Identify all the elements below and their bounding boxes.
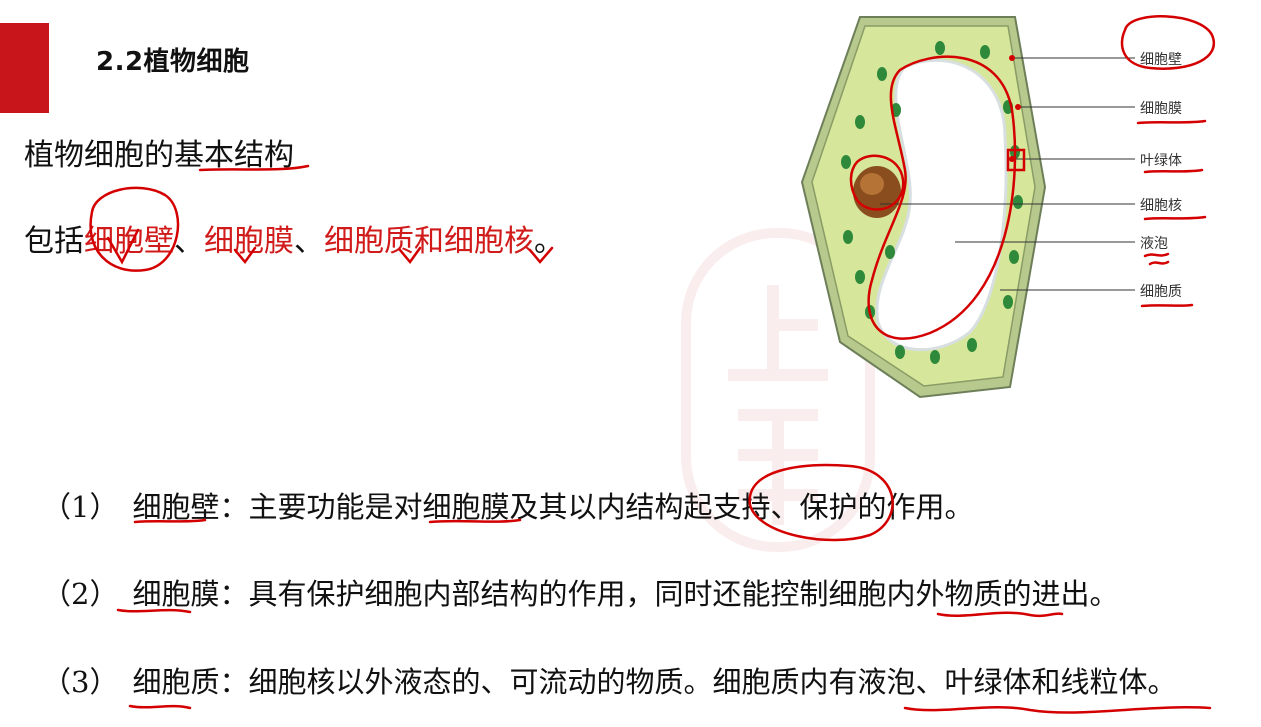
includes-prefix: 包括 bbox=[24, 224, 84, 259]
point-term: 细胞质 bbox=[132, 665, 220, 699]
section-subtitle: 植物细胞的基本结构 bbox=[24, 138, 294, 173]
plant-cell-diagram: 细胞壁 细胞膜 叶绿体 细胞核 液泡 细胞质 bbox=[800, 12, 1230, 412]
label-cytoplasm: 细胞质 bbox=[1140, 284, 1182, 300]
part-cytoplasm: 细胞质 bbox=[324, 224, 414, 259]
label-cell-membrane: 细胞膜 bbox=[1140, 101, 1182, 117]
point-term: 细胞壁 bbox=[132, 490, 220, 524]
point-2: （2） 细胞膜：具有保护细胞内部结构的作用，同时还能控制细胞内外物质的进出。 bbox=[42, 571, 1118, 613]
point-number: （1） bbox=[42, 490, 119, 524]
includes-line: 包括细胞壁、细胞膜、细胞质和细胞核。 bbox=[24, 216, 564, 260]
point-3: （3） 细胞质：细胞核以外液态的、可流动的物质。细胞质内有液泡、叶绿体和线粒体。 bbox=[42, 659, 1176, 701]
label-chloroplast: 叶绿体 bbox=[1140, 153, 1182, 169]
part-cell-wall: 细胞壁 bbox=[84, 224, 174, 259]
point-text: ：细胞核以外液态的、可流动的物质。细胞质内有液泡、叶绿体和线粒体。 bbox=[219, 665, 1177, 699]
point-term: 细胞膜 bbox=[132, 577, 220, 611]
part-nucleus: 细胞核 bbox=[444, 224, 534, 259]
point-1: （1） 细胞壁：主要功能是对细胞膜及其以内结构起支持、保护的作用。 bbox=[42, 484, 973, 526]
separator: 、 bbox=[294, 224, 324, 259]
separator: 、 bbox=[174, 224, 204, 259]
label-cell-wall: 细胞壁 bbox=[1140, 52, 1182, 68]
part-cell-membrane: 细胞膜 bbox=[204, 224, 294, 259]
separator-and: 和 bbox=[414, 224, 444, 259]
includes-suffix: 。 bbox=[534, 224, 564, 259]
accent-bar bbox=[0, 23, 49, 113]
point-number: （3） bbox=[42, 665, 119, 699]
label-vacuole: 液泡 bbox=[1140, 236, 1168, 252]
label-nucleus: 细胞核 bbox=[1140, 198, 1182, 214]
page-title: 2.2植物细胞 bbox=[96, 47, 250, 77]
point-text: ：主要功能是对细胞膜及其以内结构起支持、保护的作用。 bbox=[219, 490, 974, 524]
point-text: ：具有保护细胞内部结构的作用，同时还能控制细胞内外物质的进出。 bbox=[219, 577, 1119, 611]
point-number: （2） bbox=[42, 577, 119, 611]
